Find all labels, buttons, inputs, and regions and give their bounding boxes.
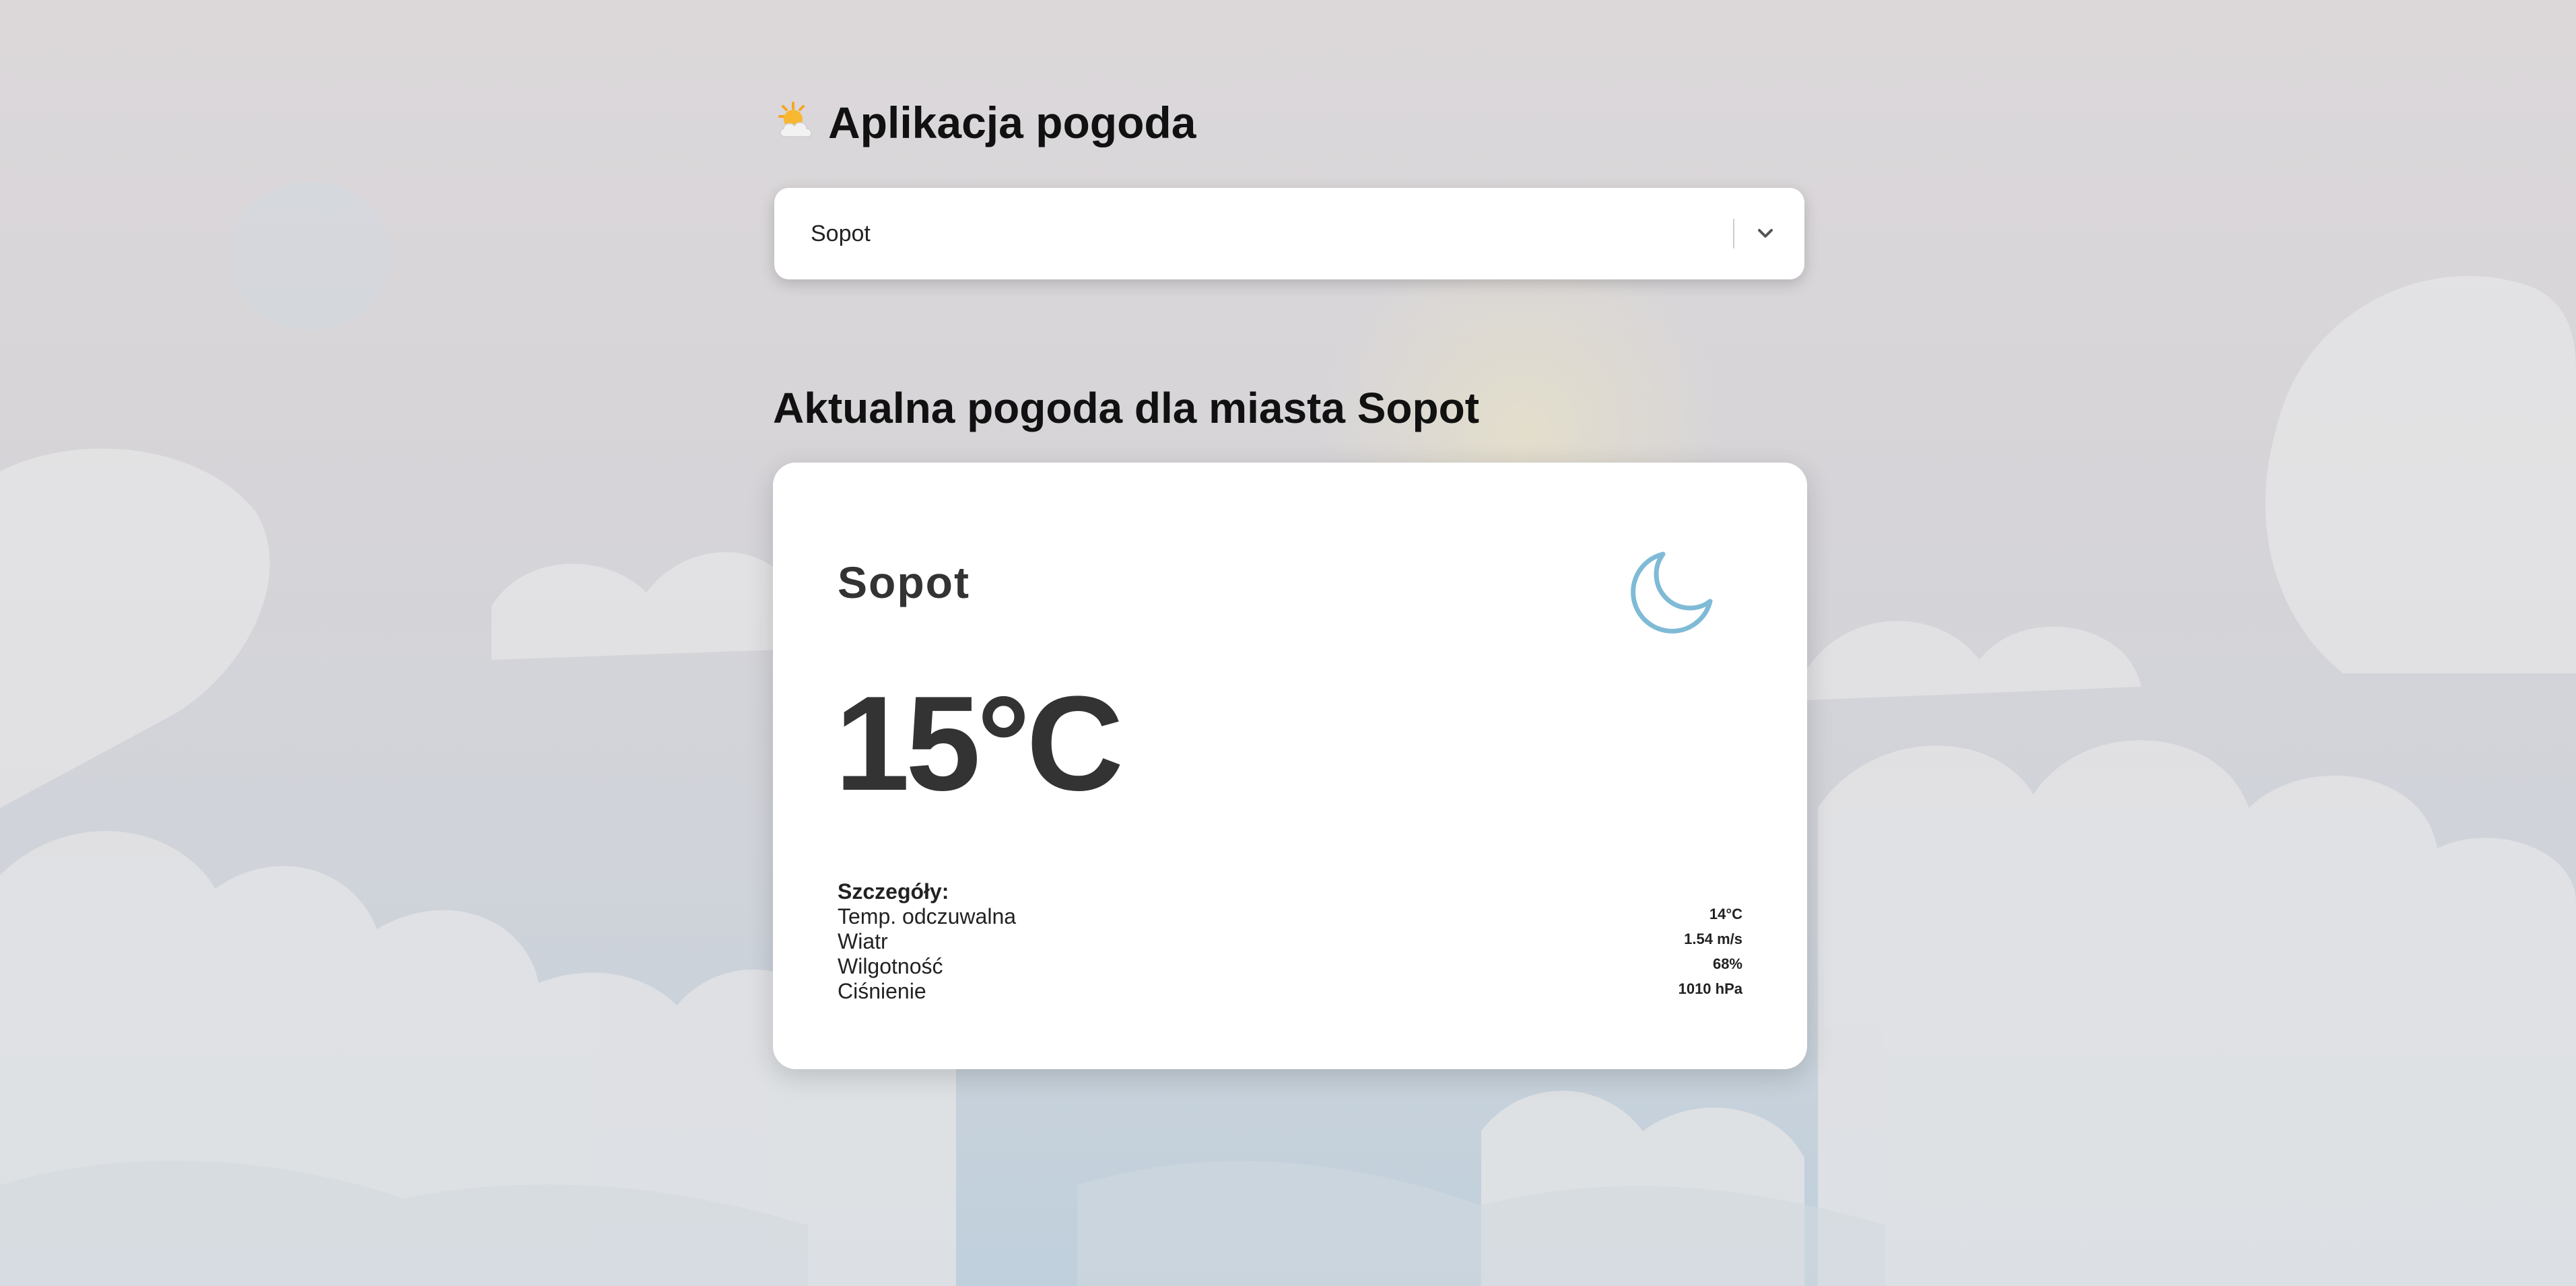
detail-row-feels-like: Temp. odczuwalna 14°C — [838, 904, 1742, 929]
city-select-value: Sopot — [811, 221, 871, 246]
detail-value: 68% — [1712, 955, 1742, 972]
chevron-down-icon[interactable] — [1752, 220, 1779, 247]
detail-row-wind: Wiatr 1.54 m/s — [838, 929, 1742, 954]
detail-label: Wilgotność — [838, 954, 943, 978]
select-separator — [1733, 219, 1734, 248]
weather-details: Szczegóły: Temp. odczuwalna 14°C Wiatr 1… — [838, 879, 1742, 1004]
temperature-value: 15°C — [835, 669, 1124, 819]
city-select[interactable]: Sopot — [774, 188, 1804, 279]
detail-label: Ciśnienie — [838, 979, 926, 1003]
detail-value: 14°C — [1709, 906, 1742, 922]
details-heading: Szczegóły: — [838, 879, 949, 904]
current-weather-heading: Aktualna pogoda dla miasta Sopot — [773, 384, 1479, 433]
crescent-moon-icon — [1631, 551, 1713, 634]
detail-value: 1.54 m/s — [1684, 930, 1742, 947]
card-city-name: Sopot — [838, 557, 970, 607]
detail-label: Temp. odczuwalna — [838, 904, 1017, 928]
detail-row-humidity: Wilgotność 68% — [838, 954, 1742, 979]
weather-card: Sopot 15°C Szczegóły: Temp. odczuwalna 1… — [773, 463, 1807, 1069]
app-title: Aplikacja pogoda — [773, 94, 1196, 151]
detail-value: 1010 hPa — [1678, 980, 1742, 997]
app-title-text: Aplikacja pogoda — [828, 98, 1196, 148]
sun-behind-cloud-icon — [778, 102, 812, 137]
detail-row-pressure: Ciśnienie 1010 hPa — [838, 979, 1742, 1004]
detail-label: Wiatr — [838, 929, 888, 953]
